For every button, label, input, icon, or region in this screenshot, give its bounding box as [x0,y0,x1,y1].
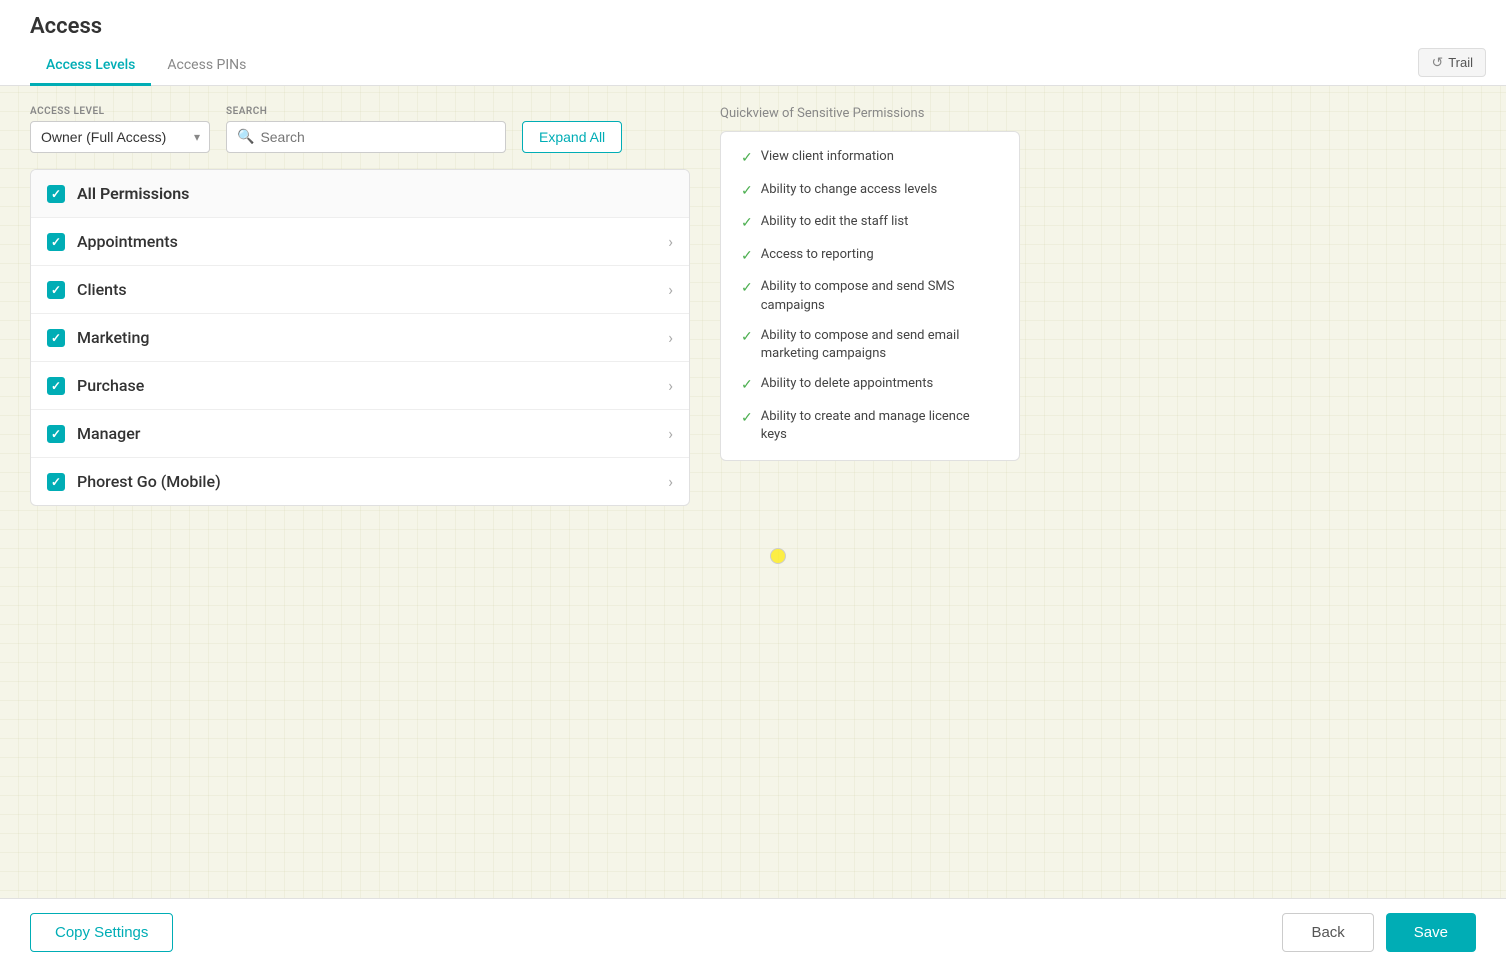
check-icon-3: ✓ [741,247,753,267]
quickview-item-1: ✓ Ability to change access levels [741,181,999,202]
search-label: SEARCH [226,106,506,117]
permissions-list: All Permissions Appointments › Clients [30,169,690,506]
page-title: Access [30,14,262,39]
permission-left-all: All Permissions [47,184,189,203]
controls-row: ACCESS LEVEL Owner (Full Access) Manager… [30,106,690,153]
footer-right: Back Save [1282,913,1476,952]
access-level-select[interactable]: Owner (Full Access) Manager Staff [30,121,210,153]
cursor-indicator [770,548,786,564]
check-icon-5: ✓ [741,328,753,348]
copy-settings-button[interactable]: Copy Settings [30,913,173,952]
quickview-item-6: ✓ Ability to delete appointments [741,375,999,396]
search-icon: 🔍 [237,129,254,145]
quickview-box: ✓ View client information ✓ Ability to c… [720,131,1020,461]
back-button[interactable]: Back [1282,913,1373,952]
checkbox-clients[interactable] [47,281,65,299]
quickview-item-0: ✓ View client information [741,148,999,169]
check-icon-0: ✓ [741,149,753,169]
quickview-text-5: Ability to compose and send email market… [761,327,999,363]
chevron-marketing-icon: › [668,328,673,347]
checkbox-phorest-go[interactable] [47,473,65,491]
quickview-item-2: ✓ Ability to edit the staff list [741,213,999,234]
permission-left-phorest-go: Phorest Go (Mobile) [47,472,221,491]
checkbox-appointments[interactable] [47,233,65,251]
quickview-text-6: Ability to delete appointments [761,375,933,393]
right-panel: Quickview of Sensitive Permissions ✓ Vie… [720,106,1476,506]
check-icon-4: ✓ [741,279,753,299]
permission-name-all: All Permissions [77,184,189,203]
footer: Copy Settings Back Save [0,898,1506,966]
permission-left-clients: Clients [47,280,127,299]
quickview-label: Quickview of Sensitive Permissions [720,106,1476,121]
header: Access Access Levels Access PINs ↺ Trail [0,0,1506,86]
check-icon-2: ✓ [741,214,753,234]
trail-button-label: Trail [1448,55,1473,70]
tabs: Access Levels Access PINs [30,49,262,85]
quickview-item-3: ✓ Access to reporting [741,246,999,267]
permission-row-purchase[interactable]: Purchase › [31,362,689,410]
permission-name-marketing: Marketing [77,328,149,347]
chevron-clients-icon: › [668,280,673,299]
checkbox-purchase[interactable] [47,377,65,395]
checkbox-manager[interactable] [47,425,65,443]
quickview-item-7: ✓ Ability to create and manage licence k… [741,408,999,444]
permission-left-manager: Manager [47,424,140,443]
permission-left-marketing: Marketing [47,328,149,347]
access-level-label: ACCESS LEVEL [30,106,210,117]
check-icon-6: ✓ [741,376,753,396]
check-icon-1: ✓ [741,182,753,202]
tab-access-pins[interactable]: Access PINs [151,49,262,86]
permission-row-marketing[interactable]: Marketing › [31,314,689,362]
access-level-select-wrapper: Owner (Full Access) Manager Staff [30,121,210,153]
chevron-manager-icon: › [668,424,673,443]
quickview-item-5: ✓ Ability to compose and send email mark… [741,327,999,363]
chevron-phorest-go-icon: › [668,472,673,491]
save-button[interactable]: Save [1386,913,1476,952]
header-left: Access Access Levels Access PINs [30,14,262,85]
expand-all-button[interactable]: Expand All [522,121,622,153]
permission-name-manager: Manager [77,424,140,443]
left-panel: ACCESS LEVEL Owner (Full Access) Manager… [30,106,690,506]
quickview-text-2: Ability to edit the staff list [761,213,909,231]
search-wrapper: 🔍 [226,121,506,153]
search-input[interactable] [260,122,495,152]
permission-row-appointments[interactable]: Appointments › [31,218,689,266]
permission-name-appointments: Appointments [77,232,178,251]
permission-row-manager[interactable]: Manager › [31,410,689,458]
quickview-text-4: Ability to compose and send SMS campaign… [761,278,999,314]
permission-left-appointments: Appointments [47,232,178,251]
quickview-item-4: ✓ Ability to compose and send SMS campai… [741,278,999,314]
quickview-text-0: View client information [761,148,894,166]
permission-left-purchase: Purchase [47,376,144,395]
permission-name-phorest-go: Phorest Go (Mobile) [77,472,221,491]
check-icon-7: ✓ [741,409,753,429]
page-wrapper: Access Access Levels Access PINs ↺ Trail… [0,0,1506,966]
permission-row-all[interactable]: All Permissions [31,170,689,218]
trail-icon: ↺ [1431,54,1443,71]
permission-name-purchase: Purchase [77,376,144,395]
chevron-appointments-icon: › [668,232,673,251]
quickview-text-7: Ability to create and manage licence key… [761,408,999,444]
checkbox-all[interactable] [47,185,65,203]
search-field: SEARCH 🔍 [226,106,506,153]
quickview-text-3: Access to reporting [761,246,874,264]
checkbox-marketing[interactable] [47,329,65,347]
permission-name-clients: Clients [77,280,127,299]
permission-row-clients[interactable]: Clients › [31,266,689,314]
tab-access-levels[interactable]: Access Levels [30,49,151,86]
access-level-field: ACCESS LEVEL Owner (Full Access) Manager… [30,106,210,153]
permission-row-phorest-go[interactable]: Phorest Go (Mobile) › [31,458,689,505]
chevron-purchase-icon: › [668,376,673,395]
trail-button[interactable]: ↺ Trail [1418,48,1486,77]
quickview-text-1: Ability to change access levels [761,181,937,199]
main-content: ACCESS LEVEL Owner (Full Access) Manager… [0,86,1506,526]
